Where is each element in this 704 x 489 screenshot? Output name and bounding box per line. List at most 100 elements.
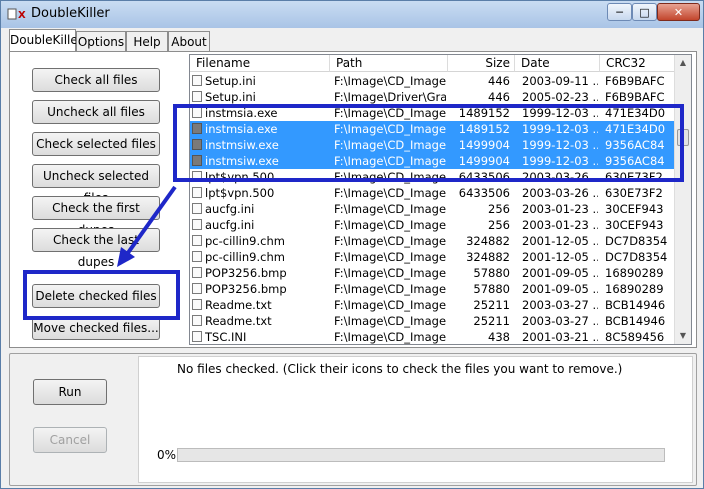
check-selected-files-button[interactable]: Check selected files [32,132,160,156]
vertical-scrollbar[interactable]: ▲ ▼ [674,55,691,344]
cell-size: 256 [488,218,510,232]
maximize-button[interactable]: □ [632,3,657,21]
file-row[interactable]: Readme.txt F:\Image\CD_Image... 25211 2003-… [190,297,676,313]
file-check-icon[interactable] [192,75,202,86]
cell-path: F:\Image\CD_Image... [334,234,446,248]
doublekiller-window: X DoubleKiller ─ □ ✕ DoubleKiller Option… [0,0,704,489]
svg-text:X: X [18,10,26,21]
cell-size: 446 [488,90,510,104]
minimize-icon: ─ [616,6,623,19]
cell-size: 57880 [473,266,510,280]
column-header-date[interactable]: Date [515,55,600,72]
scroll-up-icon[interactable]: ▲ [675,55,691,71]
cell-filename: POP3256.bmp [205,266,287,280]
cell-date: 2003-09-11 ... [522,74,598,88]
progress-percent: 0% [157,448,177,462]
maximize-icon: □ [639,6,650,19]
file-row[interactable]: POP3256.bmp F:\Image\CD_Image... 57880 2001… [190,265,676,281]
cell-size: 25211 [473,314,510,328]
cell-size: 438 [488,330,510,344]
file-row[interactable]: TSC.INI F:\Image\CD_Image... 438 2001-03-21… [190,329,676,344]
cell-size: 324882 [466,250,510,264]
file-row[interactable]: aucfg.ini F:\Image\CD_Image... 256 2003-01-… [190,217,676,233]
cell-filename: aucfg.ini [205,202,255,216]
cell-crc32: 8C589456 [605,330,665,344]
cell-size: 6433506 [458,186,510,200]
window-title: DoubleKiller [31,6,110,21]
file-check-icon[interactable] [192,267,202,278]
check-all-files-button[interactable]: Check all files [32,68,160,92]
cell-date: 2003-03-26 ... [522,186,598,200]
file-check-icon[interactable] [192,219,202,230]
file-check-icon[interactable] [192,91,202,102]
cell-date: 2003-01-23 ... [522,202,598,216]
cell-size: 324882 [466,234,510,248]
cell-crc32: DC7D8354 [605,234,668,248]
cell-date: 2001-09-05 ... [522,282,598,296]
cell-crc32: DC7D8354 [605,250,668,264]
file-check-icon[interactable] [192,203,202,214]
cell-filename: pc-cillin9.chm [205,234,285,248]
tab-options[interactable]: Options [76,31,126,51]
file-check-icon[interactable] [192,283,202,294]
cell-path: F:\Image\CD_Image... [334,298,446,312]
cell-filename: aucfg.ini [205,218,255,232]
file-check-icon[interactable] [192,251,202,262]
file-check-icon[interactable] [192,299,202,310]
cell-date: 2003-03-27 ... [522,298,598,312]
column-header-filename[interactable]: Filename [190,55,330,72]
cell-path: F:\Image\CD_Image... [334,186,446,200]
close-icon: ✕ [673,6,684,19]
cell-filename: TSC.INI [205,330,247,344]
cancel-button[interactable]: Cancel [33,427,107,453]
status-message: No files checked. (Click their icons to … [177,362,623,376]
file-row[interactable]: lpt$vpn.500 F:\Image\CD_Image... 6433506 20… [190,185,676,201]
cell-path: F:\Image\CD_Image... [334,74,446,88]
cell-crc32: F6B9BAFC [605,74,665,88]
file-check-icon[interactable] [192,315,202,326]
cell-filename: Setup.ini [205,74,256,88]
minimize-button[interactable]: ─ [607,3,632,21]
file-row[interactable]: Readme.txt F:\Image\CD_Image... 25211 2003-… [190,313,676,329]
cell-path: F:\Image\CD_Image... [334,218,446,232]
file-row[interactable]: pc-cillin9.chm F:\Image\CD_Image... 324882… [190,249,676,265]
tab-doublekiller[interactable]: DoubleKiller [9,29,83,52]
cell-size: 25211 [473,298,510,312]
cell-path: F:\Image\CD_Image... [334,250,446,264]
cell-size: 57880 [473,282,510,296]
file-row[interactable]: POP3256.bmp F:\Image\CD_Image... 57880 2001… [190,281,676,297]
cell-path: F:\Image\CD_Image... [334,282,446,296]
cell-date: 2003-03-27 ... [522,314,598,328]
scroll-down-icon[interactable]: ▼ [675,328,691,344]
title-bar[interactable]: X DoubleKiller ─ □ ✕ [1,1,703,28]
file-check-icon[interactable] [192,187,202,198]
column-header-size[interactable]: Size [448,55,515,72]
column-header-crc32[interactable]: CRC32 [600,55,676,72]
tab-about[interactable]: About [168,31,210,51]
cell-size: 446 [488,74,510,88]
cell-filename: Setup.ini [205,90,256,104]
file-row[interactable]: Setup.ini F:\Image\CD_Image... 446 2003-09-… [190,73,676,89]
file-list[interactable]: Filename Path Size Date CRC32 Setup.ini F… [189,54,692,345]
cell-path: F:\Image\CD_Image... [334,202,446,216]
file-row[interactable]: aucfg.ini F:\Image\CD_Image... 256 2003-01-… [190,201,676,217]
progress-bar [177,448,665,462]
uncheck-all-files-button[interactable]: Uncheck all files [32,100,160,124]
cell-size: 256 [488,202,510,216]
cell-date: 2005-02-23 ... [522,90,598,104]
tab-help[interactable]: Help [126,31,168,51]
cell-crc32: F6B9BAFC [605,90,665,104]
file-row[interactable]: Setup.ini F:\Image\Driver\Gra... 446 2005-0… [190,89,676,105]
file-check-icon[interactable] [192,331,202,342]
cell-filename: lpt$vpn.500 [205,186,275,200]
file-check-icon[interactable] [192,235,202,246]
column-header-path[interactable]: Path [330,55,448,72]
cell-crc32: 16890289 [605,266,664,280]
run-button[interactable]: Run [33,379,107,405]
cell-date: 2003-01-23 ... [522,218,598,232]
cell-crc32: 30CEF943 [605,218,664,232]
cell-path: F:\Image\Driver\Gra... [334,90,446,104]
doublekiller-app-icon[interactable]: X [7,7,27,21]
file-row[interactable]: pc-cillin9.chm F:\Image\CD_Image... 324882… [190,233,676,249]
close-button[interactable]: ✕ [657,3,700,21]
